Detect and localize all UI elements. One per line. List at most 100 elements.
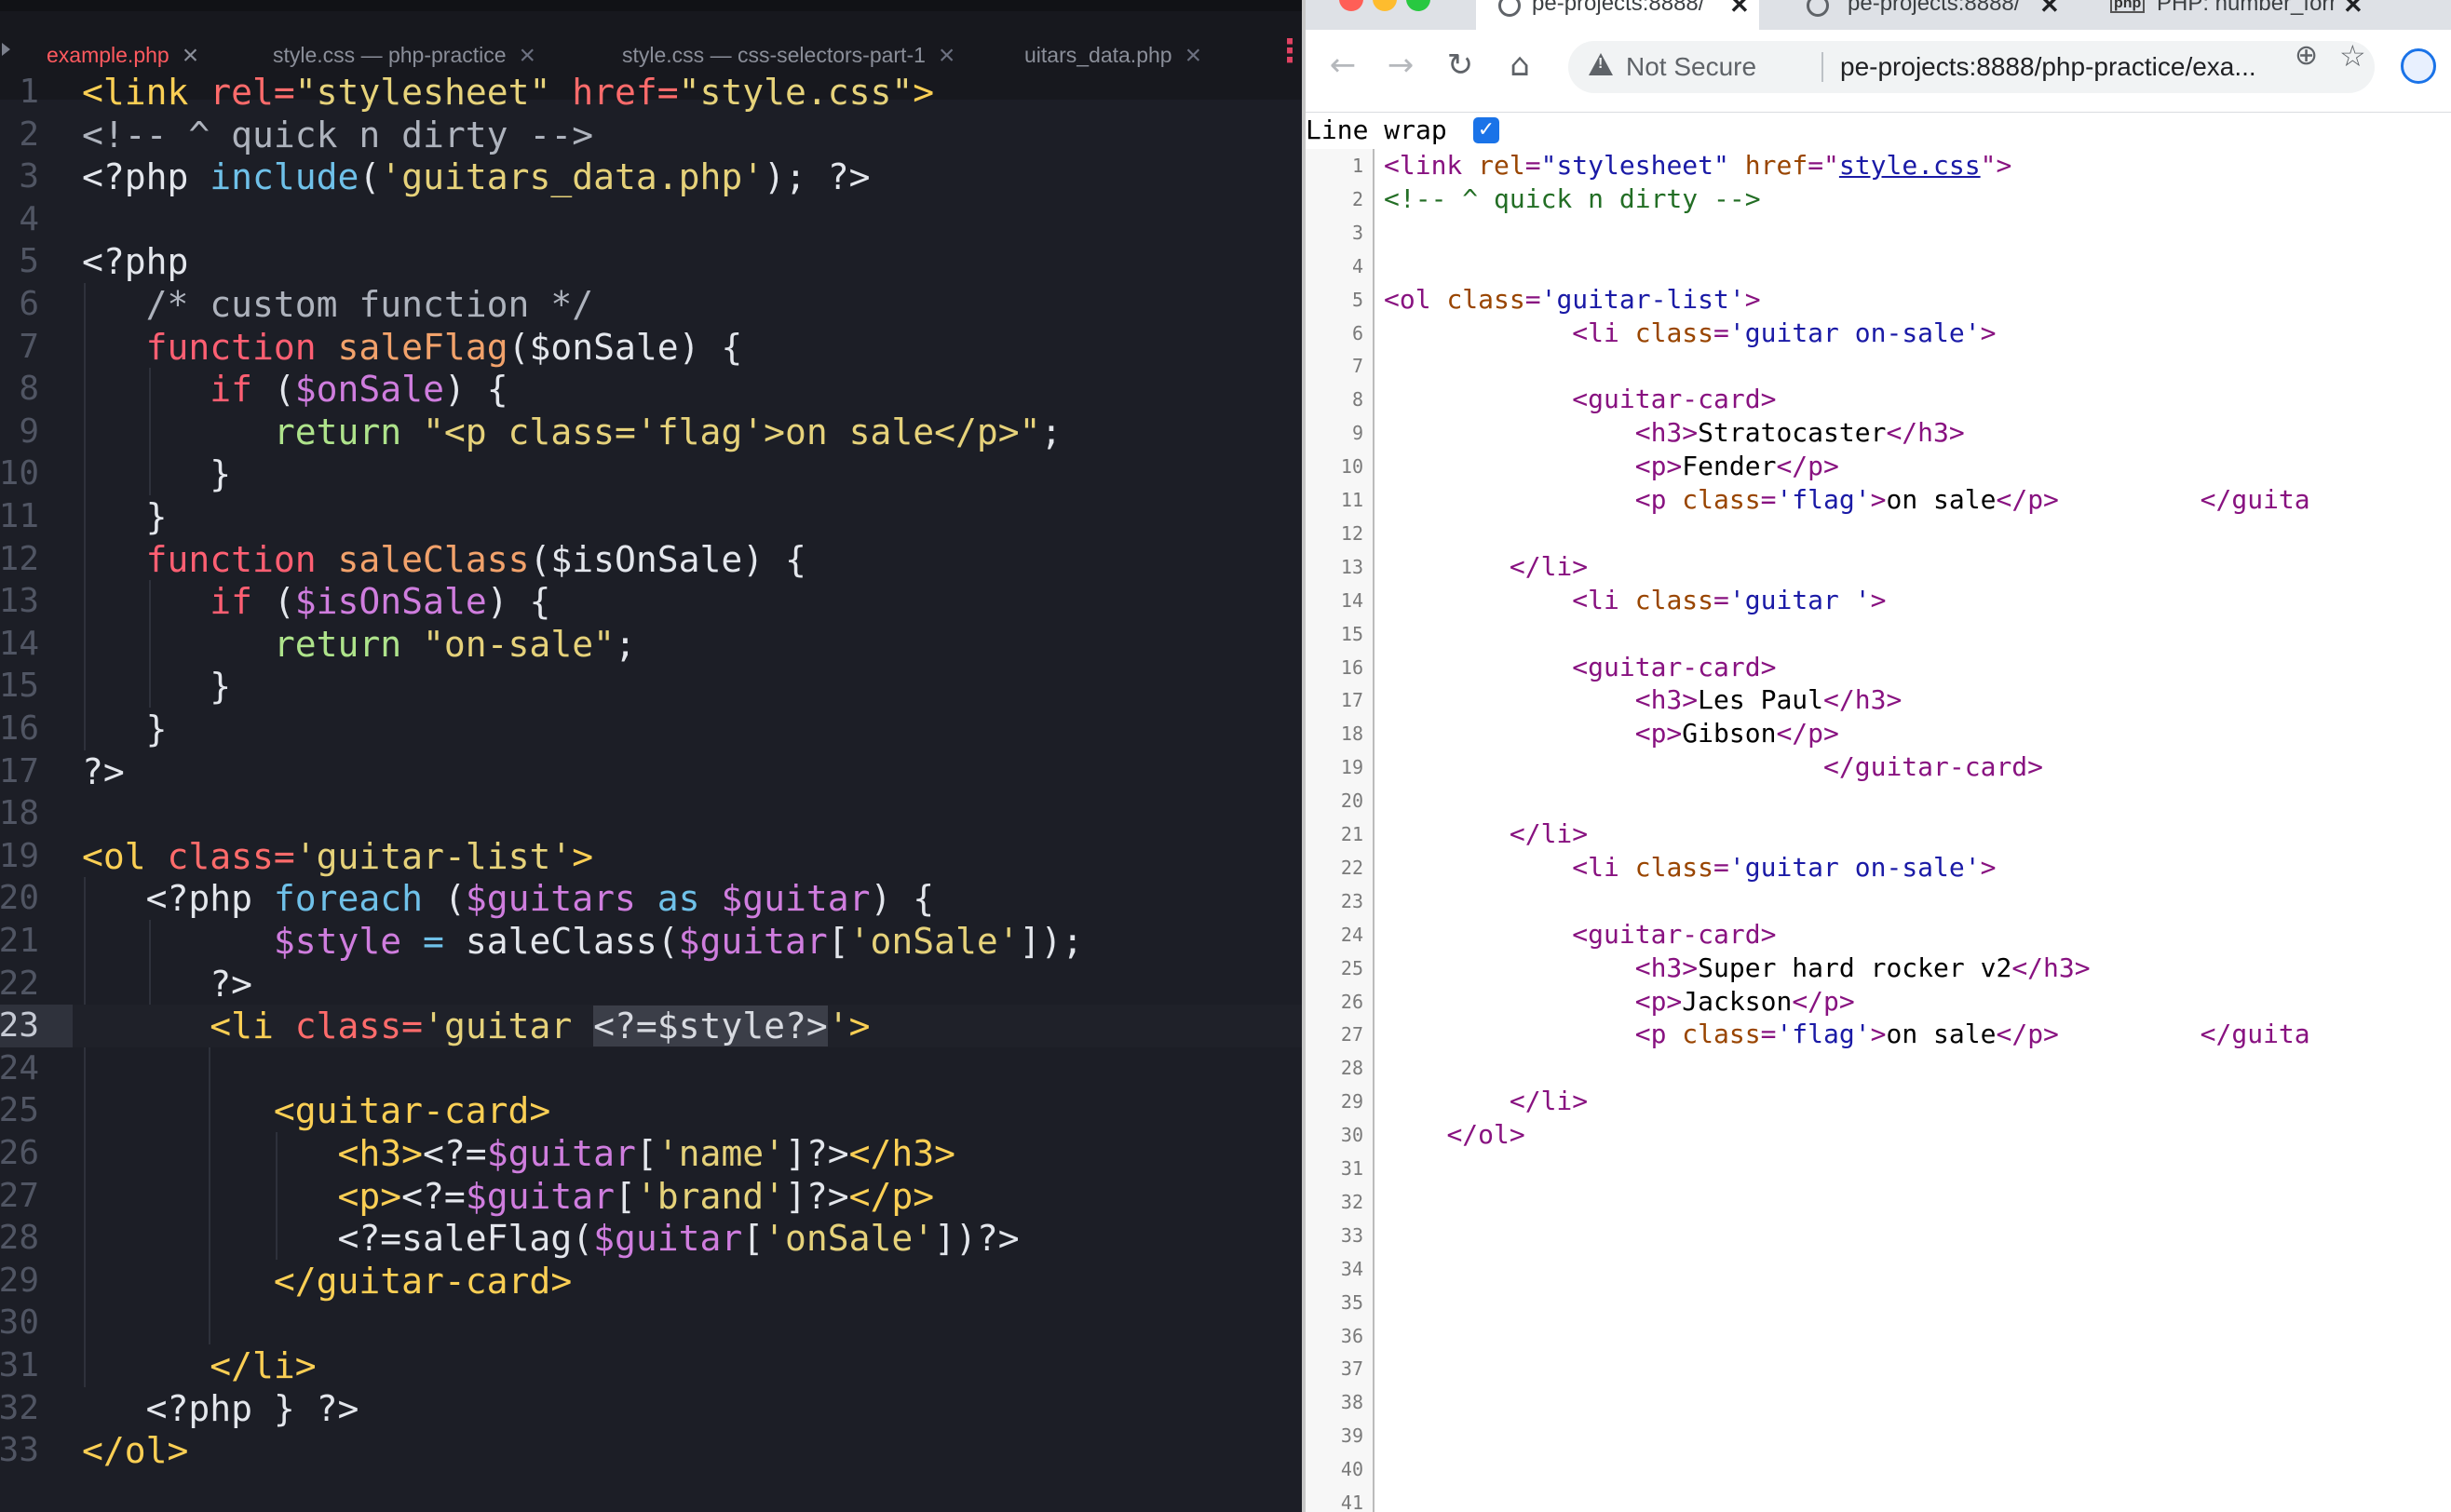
tab-scroll-left-icon[interactable] [2, 43, 10, 56]
source-text: <h3>Stratocaster</h3> [1384, 416, 1965, 450]
code-token: ($onSale) { [508, 326, 743, 368]
code-line[interactable]: 16 } [0, 708, 1302, 750]
code-line[interactable]: 10 } [0, 452, 1302, 495]
close-icon[interactable]: × [183, 40, 199, 72]
code-token: ; [614, 623, 636, 665]
source-line-number: 37 [1340, 1357, 1363, 1381]
address-bar[interactable]: Not Secure pe-projects:8888/php-practice… [1568, 41, 2375, 93]
source-line: 5 <ol class='guitar-list'> [1306, 283, 2451, 317]
close-icon[interactable]: × [520, 40, 536, 72]
source-line: 19 </guitar-card> [1306, 750, 2451, 784]
code-line[interactable]: 31 </li> [0, 1344, 1302, 1387]
source-token: <p> [1634, 985, 1683, 1017]
line-number: 25 [0, 1091, 39, 1130]
back-arrow-icon[interactable]: ← [1320, 43, 1365, 88]
code-line[interactable]: 14 return "on-sale"; [0, 623, 1302, 666]
source-line: 38 [1306, 1385, 2451, 1419]
code-token: } [82, 496, 168, 537]
code-editor[interactable]: example.php × style.css — php-practice ×… [0, 0, 1302, 1512]
close-icon[interactable]: × [939, 40, 955, 72]
source-text: <h3>Les Paul</h3> [1384, 683, 1903, 717]
warning-icon[interactable] [1589, 53, 1613, 75]
line-number: 23 [0, 1006, 39, 1046]
home-icon[interactable]: ⌂ [1497, 43, 1542, 88]
code-token: <p> [82, 1175, 402, 1217]
code-line[interactable]: 30 [0, 1302, 1302, 1344]
line-wrap-checkbox[interactable]: ✓ [1473, 117, 1499, 143]
code-line[interactable]: 12 function saleClass($isOnSale) { [0, 538, 1302, 581]
code-token: </h3> [848, 1133, 956, 1174]
browser-tab-2[interactable]: pe-projects:8888/ ✕ [1781, 0, 2079, 30]
code-line[interactable]: 15 } [0, 665, 1302, 708]
source-line-number: 2 [1351, 187, 1363, 210]
source-token: Stratocaster [1698, 417, 1887, 449]
code-line[interactable]: 21 $style = saleClass($guitar['onSale'])… [0, 920, 1302, 963]
line-number: 2 [19, 115, 39, 154]
stylesheet-link[interactable]: style.css [1839, 150, 1981, 181]
reload-icon[interactable]: ↻ [1438, 43, 1483, 88]
code-text: if ($onSale) { [82, 368, 508, 411]
source-line: 3 [1306, 216, 2451, 250]
browser-window: pe-projects:8888/ ✕ pe-projects:8888/ ✕ … [1306, 0, 2451, 1512]
close-icon[interactable]: ✕ [2343, 0, 2363, 20]
code-line[interactable]: 25 <guitar-card> [0, 1089, 1302, 1132]
source-token: class [1634, 851, 1714, 883]
code-line[interactable]: 5 <?php [0, 240, 1302, 283]
code-token: <?=$style?> [593, 1006, 828, 1047]
line-number: 26 [0, 1134, 39, 1172]
source-token: Gibson [1682, 718, 1777, 749]
source-line-number: 16 [1340, 655, 1363, 679]
code-text: </li> [82, 1344, 316, 1387]
browser-tab-1[interactable]: pe-projects:8888/ ✕ [1476, 0, 1759, 30]
code-line[interactable]: 3 <?php include('guitars_data.php'); ?> [0, 155, 1302, 198]
code-line[interactable]: 29 </guitar-card> [0, 1260, 1302, 1303]
bookmark-star-icon[interactable]: ☆ [2339, 30, 2366, 82]
profile-icon[interactable] [2401, 48, 2436, 84]
browser-tab-3[interactable]: php PHP: number_form ✕ [2086, 0, 2384, 30]
source-token [1384, 317, 1572, 348]
zoom-icon[interactable]: ⊕ [2295, 30, 2318, 82]
source-line: 31 [1306, 1152, 2451, 1185]
code-line[interactable]: 22 ?> [0, 963, 1302, 1006]
code-area[interactable]: 1 <link rel="stylesheet" href="style.css"… [0, 72, 1302, 1512]
code-line[interactable]: 11 } [0, 495, 1302, 538]
security-indicator[interactable]: Not Secure [1626, 41, 1756, 93]
php-icon: php [2110, 0, 2146, 13]
code-line[interactable]: 33 </ol> [0, 1429, 1302, 1472]
code-line[interactable]: 13 if ($isOnSale) { [0, 580, 1302, 623]
close-icon[interactable]: ✕ [2039, 0, 2060, 20]
code-line[interactable]: 1 <link rel="stylesheet" href="style.css"… [0, 71, 1302, 114]
line-wrap-bar: Line wrap ✓ [1306, 112, 2451, 149]
code-line[interactable]: 23 <li class='guitar <?=$style?>'> [0, 1005, 1302, 1048]
code-token: <?php } ?> [82, 1387, 359, 1429]
code-token: ?> [82, 750, 125, 792]
code-line[interactable]: 6 /* custom function */ [0, 283, 1302, 326]
code-line[interactable]: 8 if ($onSale) { [0, 368, 1302, 411]
more-tabs-icon[interactable]: ⋮ [1274, 35, 1302, 67]
code-line[interactable]: 28 <?=saleFlag($guitar['onSale'])?> [0, 1217, 1302, 1260]
code-line[interactable]: 4 [0, 198, 1302, 241]
close-icon[interactable]: × [1185, 40, 1202, 72]
code-token: <ol [82, 835, 168, 877]
code-line[interactable]: 19 <ol class='guitar-list'> [0, 835, 1302, 878]
code-line[interactable]: 2 <!-- ^ quick n dirty --> [0, 114, 1302, 156]
code-line[interactable]: 32 <?php } ?> [0, 1387, 1302, 1430]
code-line[interactable]: 9 return "<p class='flag'>on sale</p>"; [0, 411, 1302, 453]
url-text[interactable]: pe-projects:8888/php-practice/exa... [1840, 41, 2256, 93]
close-icon[interactable]: ✕ [1729, 0, 1750, 20]
code-token: rel= [210, 72, 295, 113]
code-line[interactable]: 7 function saleFlag($onSale) { [0, 326, 1302, 369]
code-line[interactable]: 24 [0, 1047, 1302, 1090]
source-line: 32 [1306, 1185, 2451, 1219]
code-line[interactable]: 26 <h3><?=$guitar['name']?></h3> [0, 1132, 1302, 1175]
code-line[interactable]: 17 ?> [0, 750, 1302, 793]
code-token: include [210, 156, 359, 198]
source-token: "> [1980, 150, 2012, 181]
source-token [1384, 852, 1572, 883]
code-line[interactable]: 20 <?php foreach ($guitars as $guitar) { [0, 877, 1302, 920]
code-text: <?php } ?> [82, 1387, 359, 1430]
code-line[interactable]: 27 <p><?=$guitar['brand']?></p> [0, 1175, 1302, 1218]
code-line[interactable]: 18 [0, 792, 1302, 835]
browser-tab-label: pe-projects:8888/ [1848, 0, 2021, 16]
forward-arrow-icon[interactable]: → [1378, 43, 1423, 88]
